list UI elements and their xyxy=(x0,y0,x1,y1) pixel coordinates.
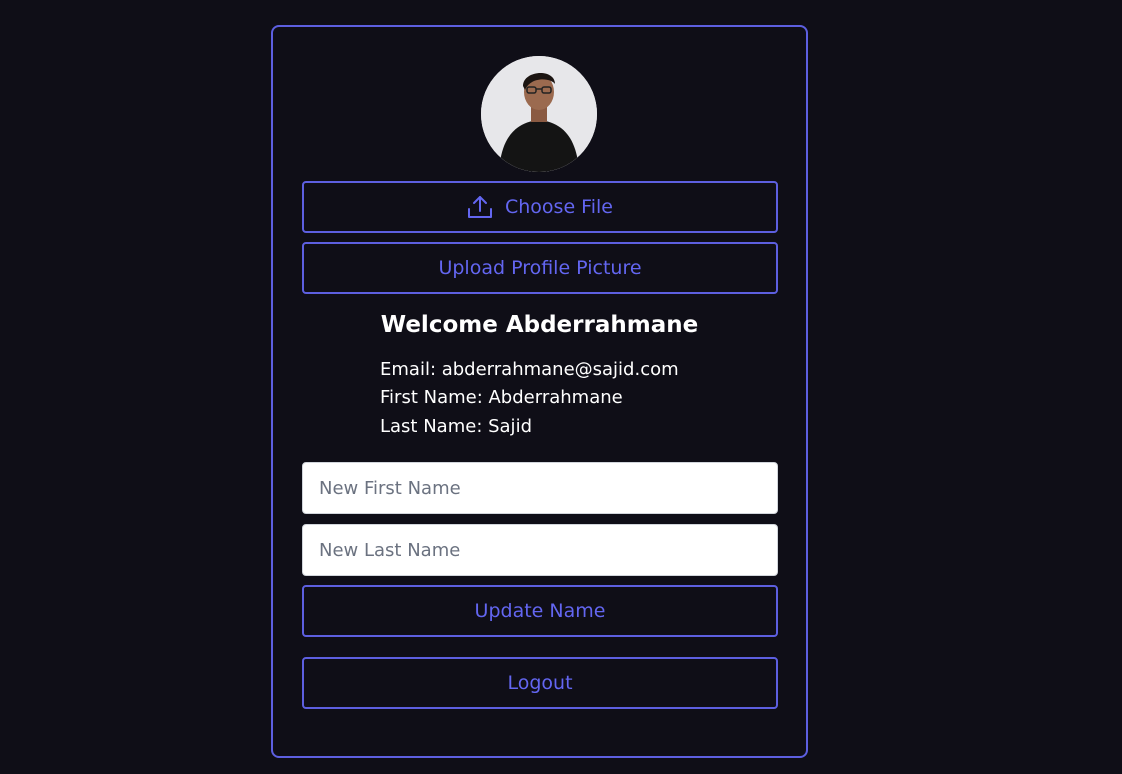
new-first-name-input[interactable] xyxy=(302,462,778,514)
logout-label: Logout xyxy=(507,672,573,694)
choose-file-button[interactable]: Choose File xyxy=(302,181,778,233)
upload-profile-picture-button[interactable]: Upload Profile Picture xyxy=(302,242,778,294)
avatar-image xyxy=(481,56,597,172)
welcome-heading: Welcome Abderrahmane xyxy=(380,312,699,338)
new-last-name-input[interactable] xyxy=(302,524,778,576)
first-name-line: First Name: Abderrahmane xyxy=(380,387,623,408)
update-name-label: Update Name xyxy=(474,600,606,622)
email-line: Email: abderrahmane@sajid.com xyxy=(380,359,679,380)
choose-file-label: Choose File xyxy=(505,196,613,218)
logout-button[interactable]: Logout xyxy=(302,657,778,709)
last-name-line: Last Name: Sajid xyxy=(380,416,532,437)
update-name-button[interactable]: Update Name xyxy=(302,585,778,637)
avatar xyxy=(481,56,597,172)
upload-profile-picture-label: Upload Profile Picture xyxy=(438,257,642,279)
upload-icon xyxy=(467,194,493,220)
